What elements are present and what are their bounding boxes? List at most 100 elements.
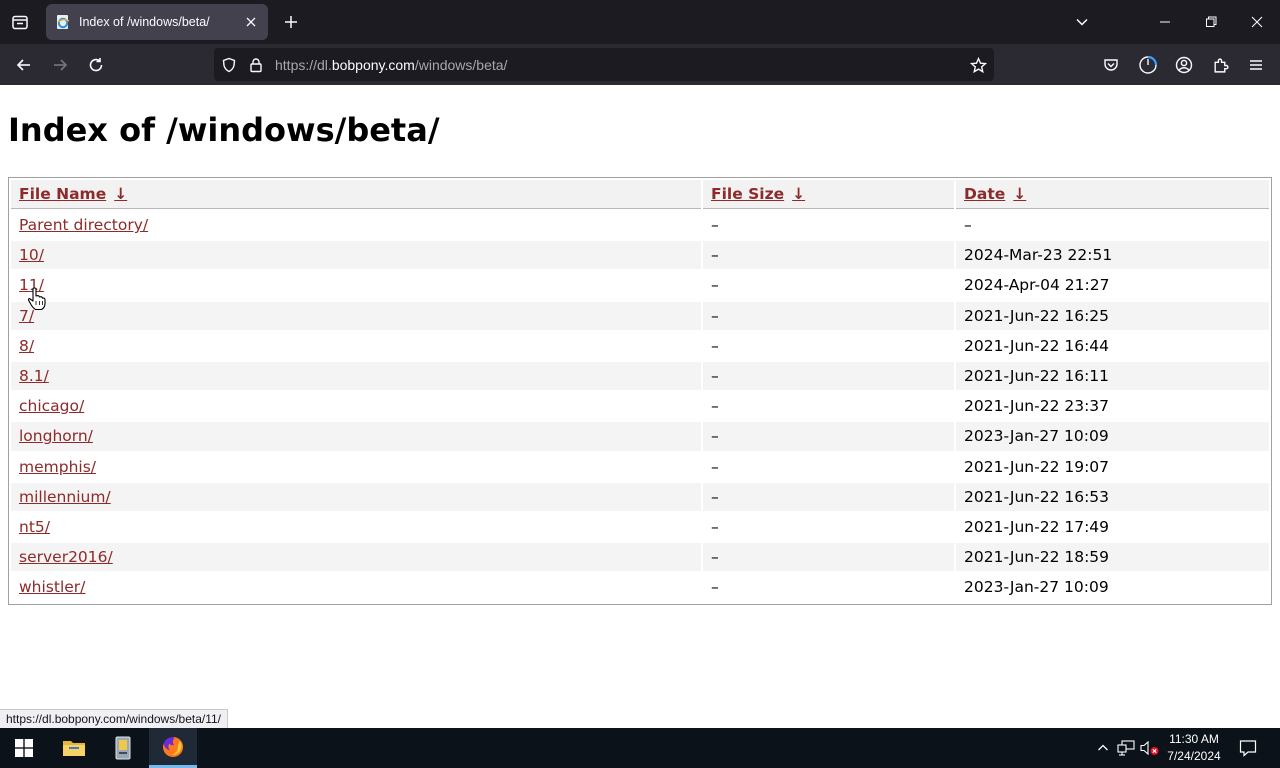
table-row: 8.1/ – 2021-Jun-22 16:11 [11, 361, 1269, 391]
back-button[interactable] [9, 50, 39, 80]
file-table: File Name ↓ File Size ↓ Date ↓ Parent direc… [9, 178, 1271, 603]
entry-date: 2021-Jun-22 18:59 [956, 543, 1269, 572]
new-tab-button[interactable] [277, 8, 305, 36]
windows-logo-icon [15, 739, 33, 757]
entry-size: – [703, 422, 954, 451]
app-window-icon [115, 736, 131, 760]
pocket-button[interactable] [1096, 50, 1126, 80]
entry-date: 2021-Jun-22 16:53 [956, 482, 1269, 511]
reload-button[interactable] [81, 50, 111, 80]
table-row: 10/ – 2024-Mar-23 22:51 [11, 241, 1269, 270]
entry-link[interactable]: millennium/ [19, 488, 111, 506]
taskbar-firefox[interactable] [149, 728, 197, 768]
chevron-down-icon [1076, 18, 1088, 26]
taskbar-app-sysprep[interactable] [99, 728, 147, 768]
entry-date: 2024-Apr-04 21:27 [964, 276, 1110, 295]
entry-size: – [711, 336, 719, 355]
lock-icon[interactable] [247, 56, 265, 74]
sort-by-date-link[interactable]: Date ↓ [964, 185, 1026, 203]
entry-link[interactable]: 10/ [19, 246, 44, 264]
forward-button[interactable] [45, 50, 75, 80]
table-row: chicago/ – 2021-Jun-22 23:37 [11, 392, 1269, 420]
link-status-tooltip: https://dl.bobpony.com/windows/beta/11/ [0, 709, 229, 729]
entry-link[interactable]: server2016/ [19, 548, 113, 566]
column-header-date: Date ↓ [956, 180, 1269, 209]
table-header-row: File Name ↓ File Size ↓ Date ↓ [11, 180, 1269, 209]
start-button[interactable] [0, 728, 48, 768]
account-button[interactable] [1169, 50, 1199, 80]
forward-arrow-icon [54, 59, 68, 71]
entry-size: – [703, 361, 954, 391]
tab-close-button[interactable] [242, 13, 260, 31]
minimize-icon [1160, 21, 1170, 23]
url-bar[interactable]: https://dl.bobpony.com/windows/beta/ [214, 48, 994, 81]
entry-date: – [964, 216, 972, 235]
entry-date: 2021-Jun-22 23:37 [964, 397, 1110, 416]
chevron-up-icon [1098, 744, 1108, 751]
close-icon [246, 17, 256, 27]
entry-date: 2023-Jan-27 10:09 [964, 578, 1109, 597]
bookmark-star-button[interactable] [969, 56, 987, 74]
entry-size: – [711, 517, 719, 536]
tab-list-button[interactable] [6, 8, 34, 36]
entry-size: – [703, 301, 954, 330]
entry-link[interactable]: 8.1/ [19, 367, 49, 385]
account-icon [1175, 56, 1193, 74]
entry-size: – [711, 578, 719, 597]
tracking-protection-shield-icon[interactable] [220, 56, 238, 74]
hand-cursor-icon [27, 287, 46, 311]
url-text[interactable]: https://dl.bobpony.com/windows/beta/ [275, 57, 507, 73]
column-header-size: File Size ↓ [703, 180, 954, 209]
taskbar-clock[interactable]: 11:30 AM 7/24/2024 [1160, 731, 1228, 765]
action-center-button[interactable] [1238, 738, 1258, 758]
list-all-tabs-button[interactable] [1067, 8, 1097, 36]
sort-by-name-link[interactable]: File Name ↓ [19, 185, 127, 203]
back-arrow-icon [16, 59, 30, 71]
ie-page-icon [55, 14, 71, 30]
entry-date: 2023-Jan-27 10:09 [956, 422, 1269, 451]
minimize-button[interactable] [1150, 8, 1180, 36]
plus-icon [285, 16, 297, 28]
file-listing: File Name ↓ File Size ↓ Date ↓ Parent direc… [8, 177, 1272, 605]
entry-link[interactable]: Parent directory/ [19, 216, 148, 234]
entry-link[interactable]: memphis/ [19, 458, 96, 476]
page-title: Index of /windows/beta/ [8, 111, 440, 149]
url-host: bobpony.com [331, 57, 415, 73]
entry-link[interactable]: chicago/ [19, 397, 84, 415]
network-button[interactable] [1116, 738, 1136, 758]
entry-link[interactable]: longhorn/ [19, 427, 93, 445]
browser-nav-bar: https://dl.bobpony.com/windows/beta/ [0, 44, 1280, 85]
column-header-name: File Name ↓ [11, 180, 701, 209]
folder-icon [63, 741, 85, 756]
volume-button[interactable] [1140, 738, 1160, 758]
hamburger-menu-icon [1250, 60, 1262, 70]
entry-date: 2021-Jun-22 16:44 [964, 336, 1110, 355]
sort-arrow-icon: ↓ [792, 185, 806, 203]
show-hidden-icons-button[interactable] [1093, 738, 1113, 758]
entry-size: – [711, 397, 719, 416]
entry-size: – [711, 216, 719, 235]
entry-link[interactable]: 8/ [19, 337, 34, 355]
clock-date: 7/24/2024 [1167, 749, 1221, 763]
table-row: Parent directory/ – – [11, 211, 1269, 239]
extension-button[interactable] [1133, 50, 1163, 80]
entry-date: 2021-Jun-22 17:49 [964, 517, 1110, 536]
network-icon [1117, 740, 1135, 756]
window-close-button[interactable] [1242, 8, 1272, 36]
tab-active[interactable]: Index of /windows/beta/ [46, 4, 268, 40]
app-menu-button[interactable] [1241, 50, 1271, 80]
entry-link[interactable]: whistler/ [19, 578, 85, 596]
table-row: nt5/ – 2021-Jun-22 17:49 [11, 513, 1269, 541]
taskbar-file-explorer[interactable] [50, 728, 98, 768]
entry-date: 2021-Jun-22 16:11 [956, 361, 1269, 391]
firefox-icon [163, 736, 184, 757]
entry-link[interactable]: nt5/ [19, 518, 50, 536]
url-path: /windows/beta/ [414, 57, 508, 73]
entry-size: – [703, 482, 954, 511]
sort-by-size-link[interactable]: File Size ↓ [711, 185, 805, 203]
entry-size: – [703, 543, 954, 572]
restore-button[interactable] [1196, 8, 1226, 36]
extensions-button[interactable] [1205, 50, 1235, 80]
pocket-icon [1104, 59, 1118, 71]
power-meter-icon [1139, 55, 1158, 74]
